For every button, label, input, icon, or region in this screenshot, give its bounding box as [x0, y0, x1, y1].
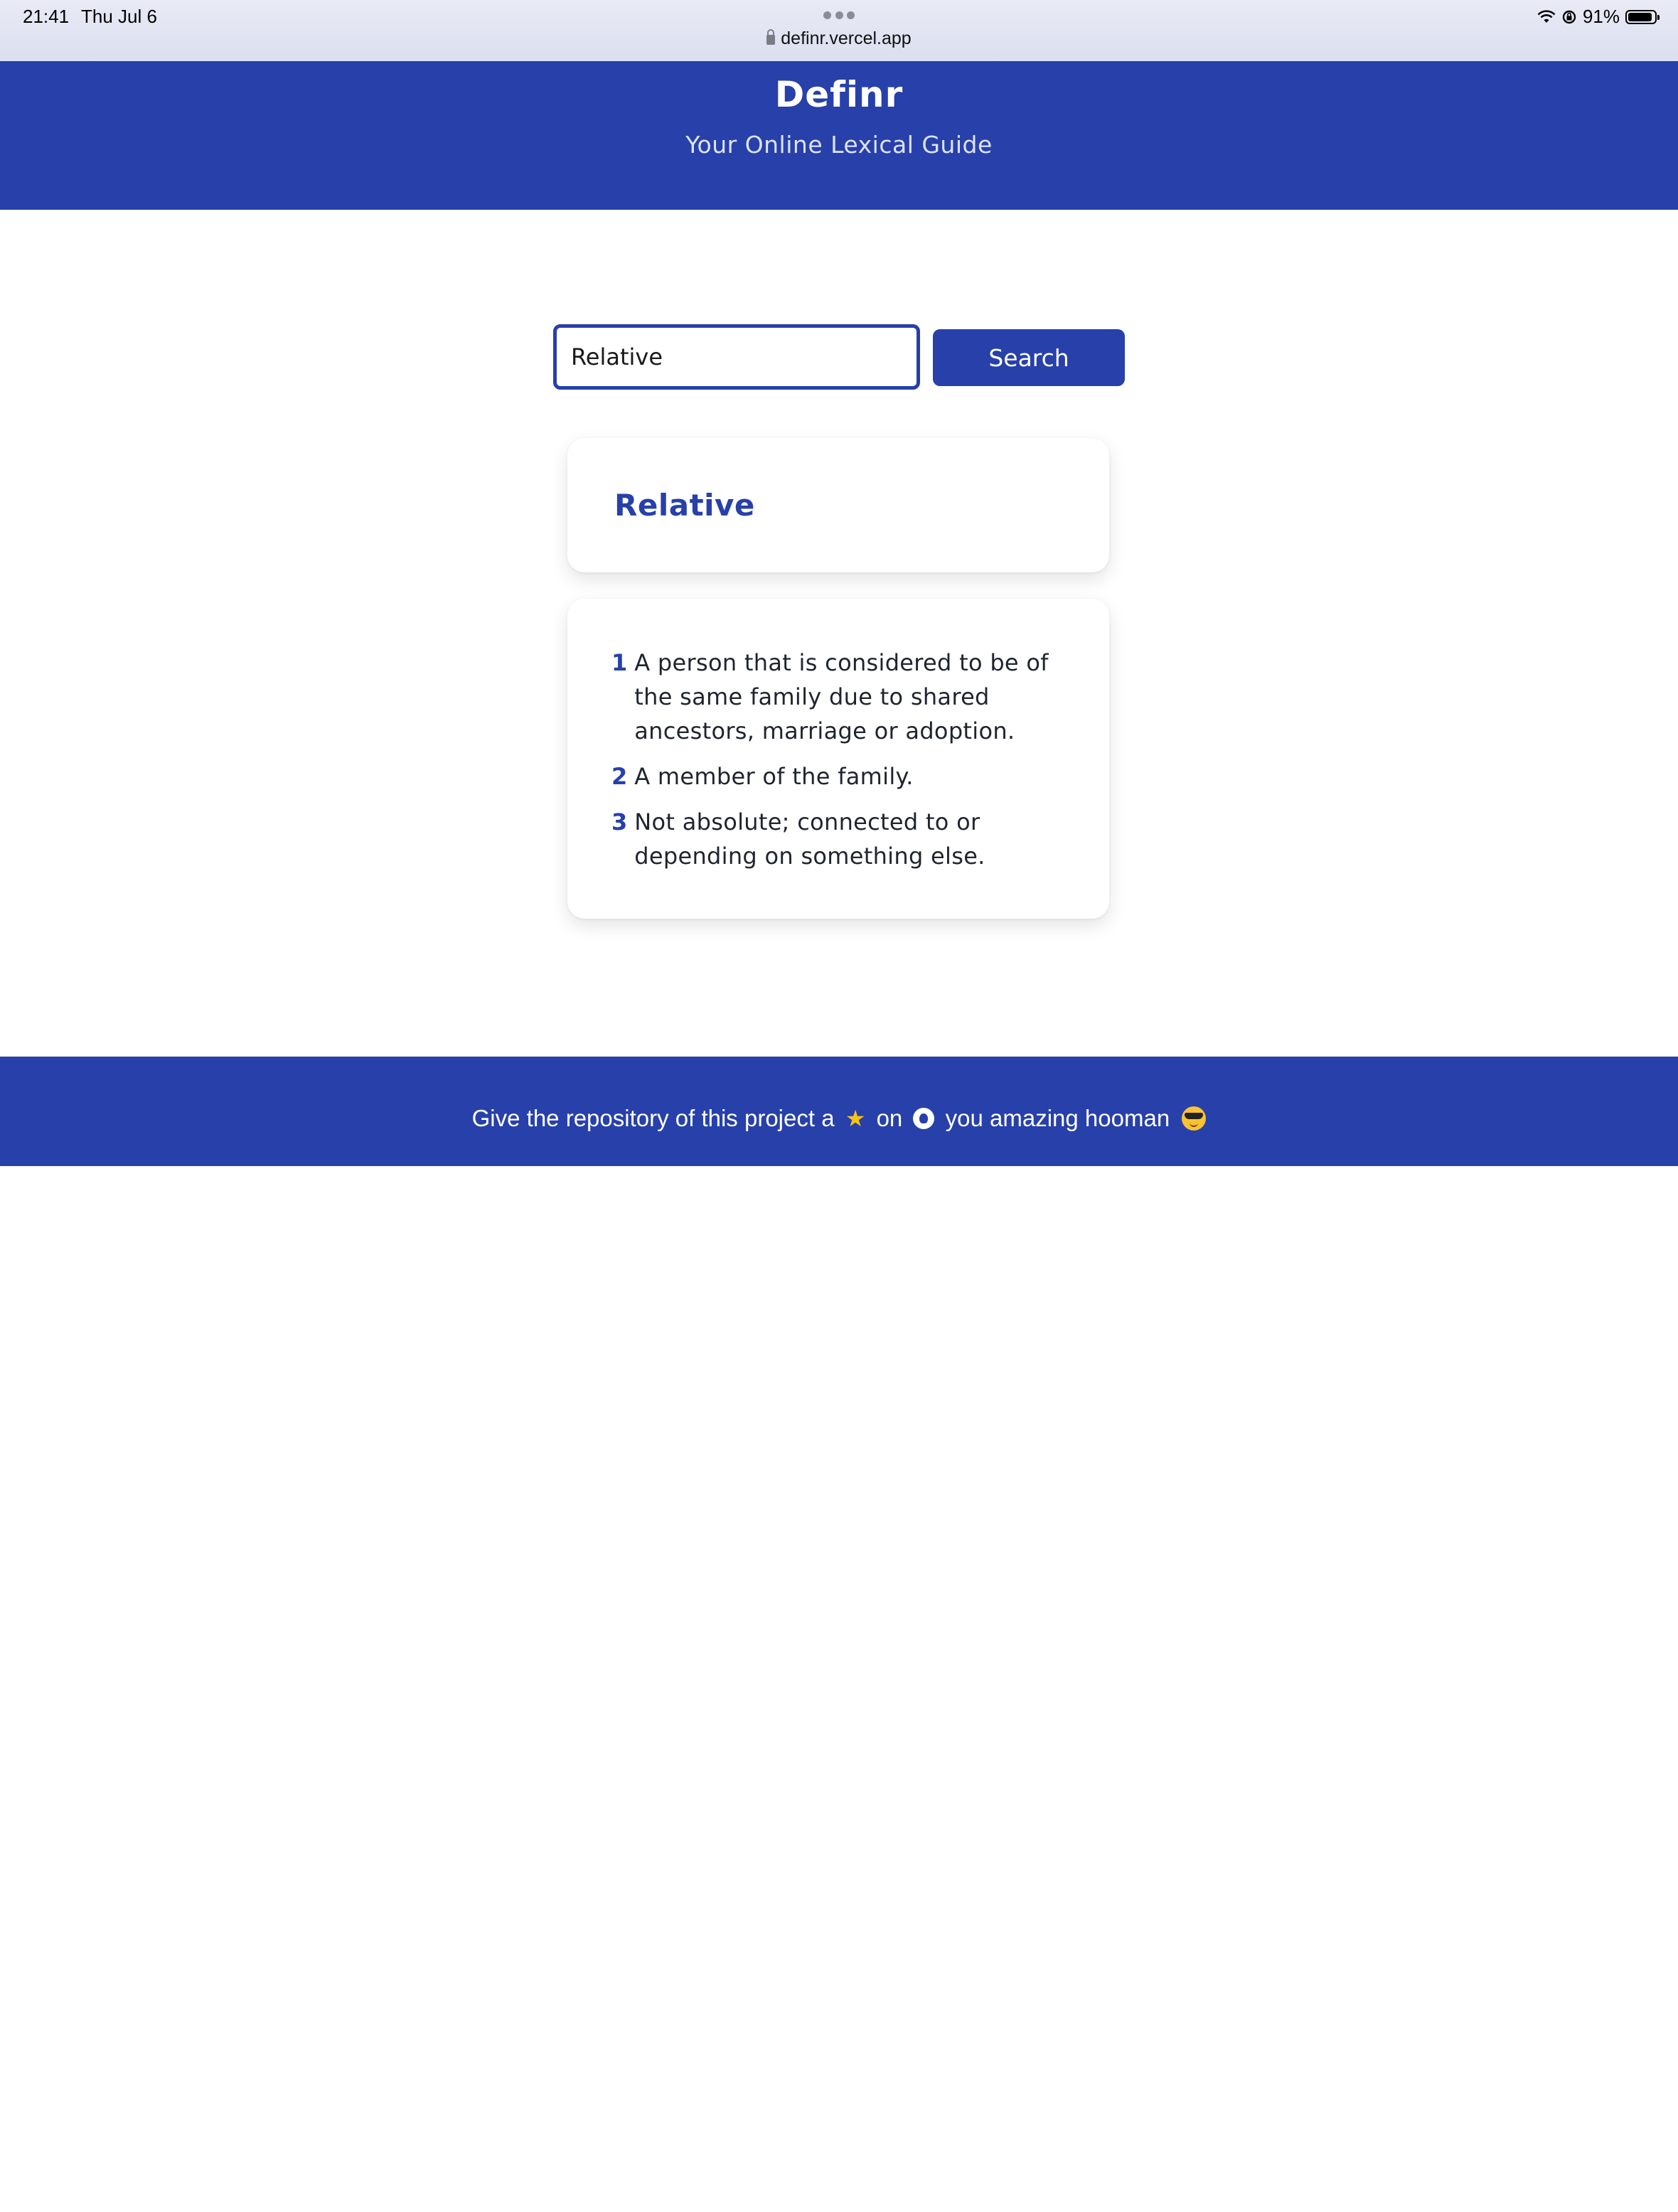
address-bar[interactable]: definr.vercel.app	[0, 28, 1678, 49]
status-indicators: 91%	[1537, 6, 1660, 28]
footer-message: Give the repository of this project a ★ …	[0, 1105, 1678, 1132]
definition-number: 2	[611, 763, 628, 790]
definition-item: 1 A person that is considered to be of t…	[611, 646, 1067, 748]
search-input[interactable]	[553, 324, 920, 390]
home-indicator[interactable]	[615, 2204, 1063, 2212]
lock-icon	[766, 29, 776, 45]
footer-text-after: you amazing hooman	[945, 1105, 1170, 1131]
word-card: Relative	[567, 438, 1109, 572]
definition-text: Not absolute; connected to or depending …	[634, 808, 985, 870]
wifi-icon	[1537, 9, 1556, 23]
battery-icon	[1625, 9, 1660, 24]
status-bar: 21:41 Thu Jul 6 definr.vercel.app 91%	[0, 0, 1678, 61]
definitions-list: 1 A person that is considered to be of t…	[611, 646, 1067, 885]
definition-item: 2 A member of the family.	[611, 759, 1067, 794]
battery-percent: 91%	[1582, 6, 1620, 27]
footer-text-middle: on	[876, 1105, 903, 1131]
battery-fill	[1628, 12, 1652, 21]
orientation-lock-icon	[1562, 10, 1576, 23]
definition-number: 3	[611, 808, 628, 835]
github-icon[interactable]	[913, 1108, 935, 1129]
sunglasses-emoji-icon	[1182, 1106, 1207, 1131]
definition-number: 1	[611, 649, 628, 676]
app-header: Definr Your Online Lexical Guide	[0, 61, 1678, 210]
status-time: 21:41	[23, 6, 70, 27]
status-date: Thu Jul 6	[81, 6, 157, 27]
app-footer: Give the repository of this project a ★ …	[0, 1057, 1678, 2212]
definition-text: A member of the family.	[634, 763, 914, 790]
star-icon: ★	[845, 1106, 866, 1131]
url-text: definr.vercel.app	[781, 28, 912, 48]
app-subtitle: Your Online Lexical Guide	[685, 131, 993, 159]
more-dots-icon[interactable]	[823, 11, 855, 20]
footer-text-before: Give the repository of this project a	[471, 1105, 835, 1131]
definitions-card: 1 A person that is considered to be of t…	[567, 599, 1109, 919]
search-button[interactable]: Search	[933, 329, 1125, 386]
app-title: Definr	[774, 74, 904, 115]
definition-item: 3 Not absolute; connected to or dependin…	[611, 805, 1067, 873]
word-title: Relative	[614, 488, 755, 523]
definition-text: A person that is considered to be of the…	[634, 649, 1049, 744]
